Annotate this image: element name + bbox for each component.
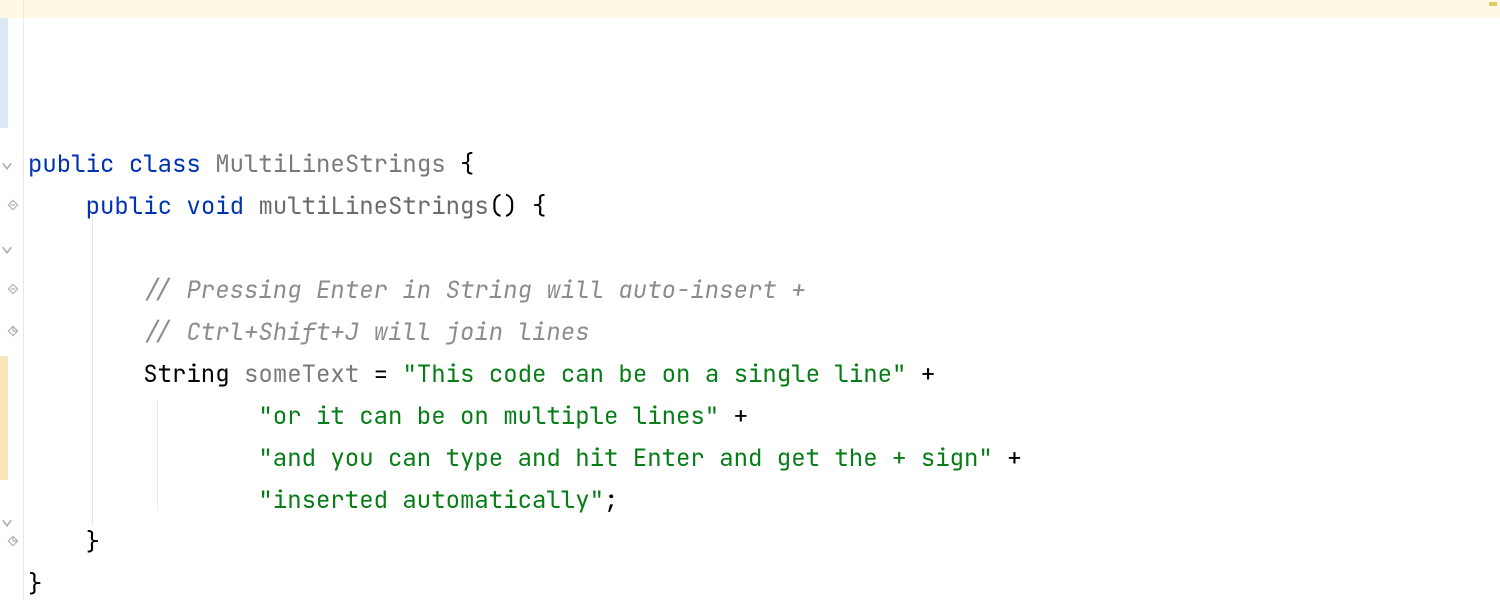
parens: () — [489, 191, 518, 222]
type-string: String — [143, 359, 229, 390]
keyword-public: public — [86, 191, 172, 222]
code-line-string-concat: "or it can be on multiple lines" + — [24, 396, 1500, 438]
brace-close: } — [86, 527, 100, 558]
brace-close: } — [28, 569, 42, 600]
blank-line — [24, 102, 1500, 144]
keyword-void: void — [186, 191, 244, 222]
code-editor[interactable]: public class MultiLineStrings { public v… — [24, 0, 1500, 600]
code-area[interactable]: public class MultiLineStrings { public v… — [24, 0, 1500, 606]
code-line-string-end: "inserted automatically"; — [24, 480, 1500, 522]
scrollbar-warning-tick[interactable] — [1489, 2, 1497, 6]
string-literal: "inserted automatically" — [258, 485, 604, 516]
semicolon: ; — [604, 485, 618, 516]
fold-end-icon[interactable] — [6, 534, 20, 548]
editor-gutter — [0, 0, 24, 600]
var-name: someText — [244, 359, 359, 390]
equals: = — [374, 359, 388, 390]
plus-op: + — [921, 359, 935, 390]
gutter-highlight — [0, 0, 23, 18]
gutter-change-marker-yellow — [0, 356, 8, 480]
blank-line — [24, 60, 1500, 102]
code-line-comment: // Pressing Enter in String will auto-in… — [24, 270, 1500, 312]
blank-line — [24, 0, 1500, 18]
gutter-change-marker-blue — [0, 18, 8, 128]
code-line-string-concat: "and you can type and hit Enter and get … — [24, 438, 1500, 480]
string-literal: "or it can be on multiple lines" — [258, 401, 719, 432]
code-line-comment: // Ctrl+Shift+J will join lines — [24, 312, 1500, 354]
keyword-class: class — [129, 149, 201, 180]
comment-text: // Ctrl+Shift+J will join lines — [143, 317, 589, 348]
comment-text: // Pressing Enter in String will auto-in… — [143, 275, 805, 306]
fold-toggle-icon[interactable] — [6, 282, 20, 296]
scrollbar-track[interactable] — [1486, 0, 1500, 600]
blank-line — [24, 228, 1500, 270]
fold-end-icon[interactable] — [6, 324, 20, 338]
code-line-var-decl: String someText = "This code can be on a… — [24, 354, 1500, 396]
fold-arrow-icon[interactable] — [0, 159, 14, 173]
plus-op: + — [1007, 443, 1021, 474]
code-line-class-decl: public class MultiLineStrings { — [24, 144, 1500, 186]
code-line-brace-close: } — [24, 522, 1500, 564]
fold-toggle-icon[interactable] — [6, 198, 20, 212]
brace-open: { — [532, 191, 546, 222]
method-name: multiLineStrings — [258, 191, 488, 222]
string-literal: "This code can be on a single line" — [402, 359, 906, 390]
plus-op: + — [734, 401, 748, 432]
fold-arrow-icon[interactable] — [0, 243, 14, 257]
keyword-public: public — [28, 149, 114, 180]
code-line-method-decl: public void multiLineStrings() { — [24, 186, 1500, 228]
brace-open: { — [460, 149, 474, 180]
class-name: MultiLineStrings — [215, 149, 445, 180]
fold-arrow-icon[interactable] — [0, 516, 14, 530]
blank-line — [24, 18, 1500, 60]
string-literal: "and you can type and hit Enter and get … — [258, 443, 992, 474]
